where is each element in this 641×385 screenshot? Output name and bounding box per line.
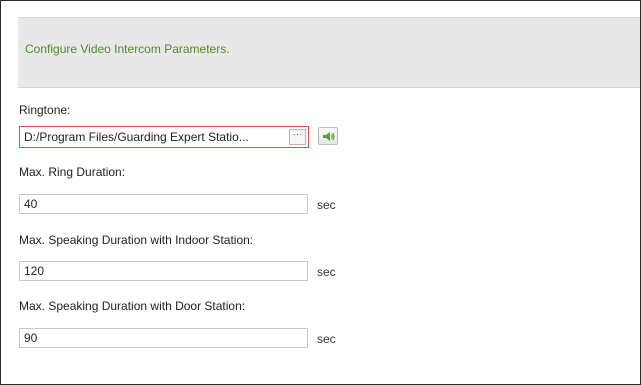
ringtone-label: Ringtone: xyxy=(19,103,71,117)
max-speaking-door-input[interactable] xyxy=(19,328,308,348)
speaker-icon xyxy=(323,132,335,141)
max-speaking-door-unit: sec xyxy=(317,332,336,346)
max-ring-duration-unit: sec xyxy=(317,198,336,212)
info-banner: Configure Video Intercom Parameters. xyxy=(18,17,640,88)
ringtone-field[interactable]: D:/Program Files/Guarding Expert Statio.… xyxy=(19,126,309,148)
max-ring-duration-input[interactable] xyxy=(19,194,308,214)
ringtone-path: D:/Program Files/Guarding Expert Statio.… xyxy=(24,130,249,144)
max-speaking-door-label: Max. Speaking Duration with Door Station… xyxy=(19,299,246,313)
max-ring-duration-label: Max. Ring Duration: xyxy=(19,165,126,179)
banner-title: Configure Video Intercom Parameters. xyxy=(25,42,230,56)
max-speaking-indoor-label: Max. Speaking Duration with Indoor Stati… xyxy=(19,233,254,247)
settings-panel: Configure Video Intercom Parameters. Rin… xyxy=(0,0,641,385)
play-ringtone-button[interactable] xyxy=(318,127,338,145)
max-speaking-indoor-unit: sec xyxy=(317,265,336,279)
max-speaking-indoor-input[interactable] xyxy=(19,261,308,281)
browse-button[interactable]: ··· xyxy=(289,129,306,145)
